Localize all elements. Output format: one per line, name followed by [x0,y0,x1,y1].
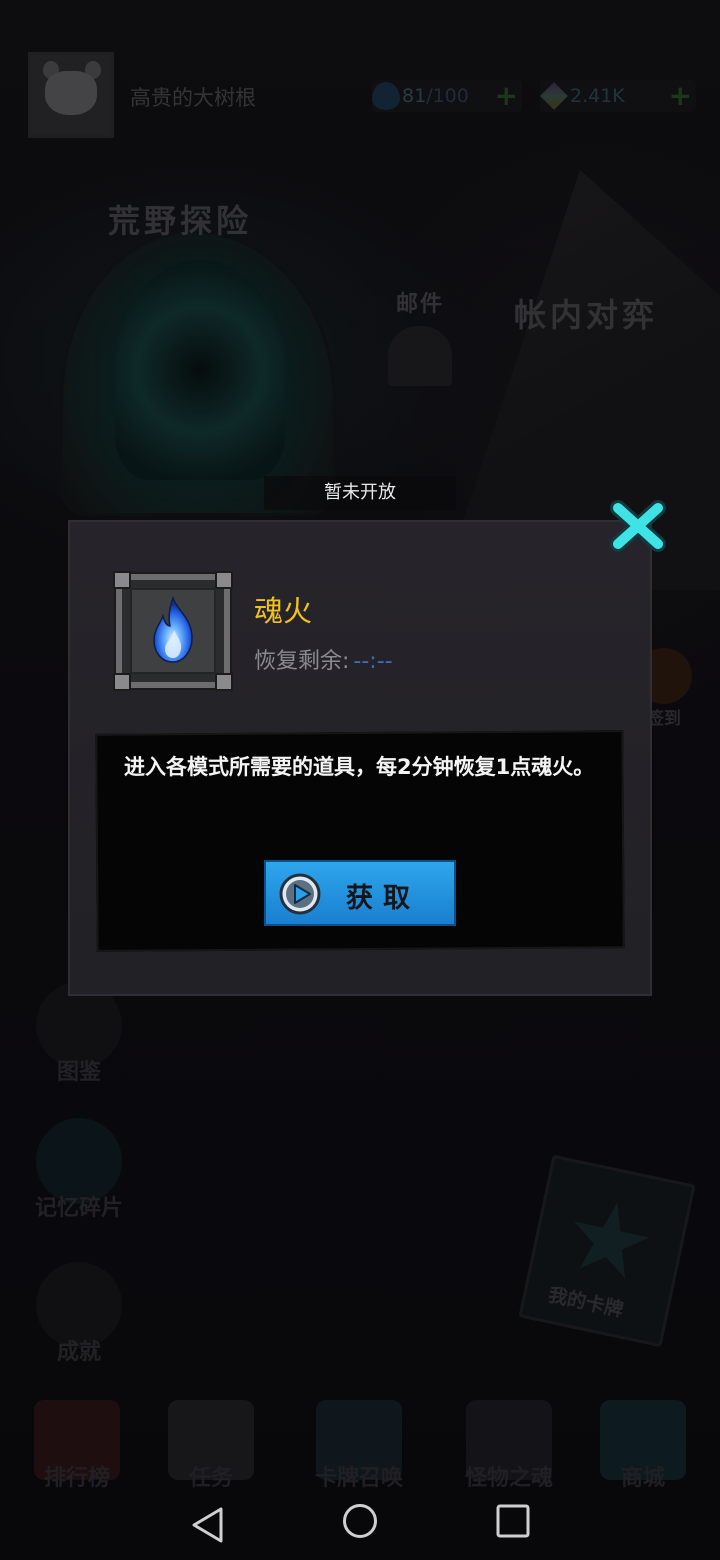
item-description: 进入各模式所需要的道具，每2分钟恢复1点魂火。 [124,755,595,779]
recover-label: 恢复剩余: [254,649,350,674]
home-icon[interactable] [342,1502,378,1540]
recover-countdown: 恢复剩余: --:-- [254,643,393,675]
frame-corner [215,673,233,691]
not-open-toast: 暂未开放 [264,476,456,510]
frame-corner [113,571,131,589]
play-icon [279,873,321,915]
back-icon[interactable] [190,1506,226,1544]
system-nav-bar [0,1490,720,1560]
blue-flame-icon [153,595,193,663]
close-button[interactable] [608,498,668,554]
get-button-label: 获取 [346,883,420,914]
frame-corner [113,673,131,691]
frame-corner [215,571,233,589]
get-button[interactable]: 获取 [264,860,456,926]
item-slot [130,588,216,674]
recover-timer: --:-- [353,649,393,674]
item-name: 魂火 [254,594,313,628]
item-icon-frame [113,571,233,691]
recent-apps-icon[interactable] [496,1504,530,1538]
close-x-icon [610,500,666,552]
